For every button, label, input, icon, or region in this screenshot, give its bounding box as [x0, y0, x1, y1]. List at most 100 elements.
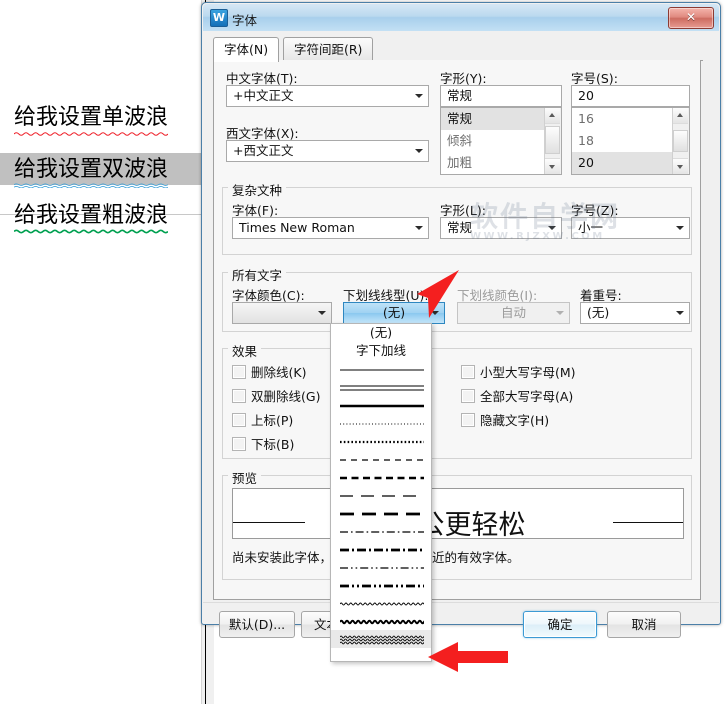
complex-size-value: 小一 [578, 220, 604, 235]
chevron-down-icon[interactable] [314, 303, 331, 323]
underline-sample-6-icon [340, 440, 424, 444]
scroll-thumb[interactable] [545, 126, 560, 154]
underline-sample-17-icon [340, 635, 424, 645]
wavy-underline-single-icon [14, 132, 169, 136]
checkbox-box-icon[interactable] [461, 365, 475, 379]
underline-option-label: 字下加线 [355, 343, 406, 358]
underline-option-16[interactable] [331, 612, 431, 630]
chevron-down-icon[interactable] [411, 218, 428, 238]
underline-sample-12-icon [340, 548, 424, 552]
complex-size-combo[interactable]: 小一 [571, 217, 690, 239]
emphasis-combo[interactable]: (无) [580, 302, 690, 324]
tab-strip: 字体(N) 字符间距(R) [213, 37, 703, 62]
ok-button[interactable]: 确定 [523, 611, 597, 638]
wavy-underline-double-icon [14, 183, 169, 188]
chevron-down-icon[interactable] [672, 303, 689, 323]
checkbox-subscript[interactable]: 下标(B) [232, 434, 294, 453]
font-style-option-2[interactable]: 加粗 [441, 152, 561, 174]
underline-color-combo: 自动 [457, 302, 570, 324]
annotation-arrow-bottom [428, 642, 508, 672]
tab-font[interactable]: 字体(N) [213, 37, 280, 62]
checkbox-box-icon[interactable] [232, 365, 246, 379]
font-style-option-0[interactable]: 常规 [441, 108, 561, 130]
chevron-down-icon[interactable] [544, 218, 561, 238]
underline-option-4[interactable] [331, 396, 431, 414]
checkbox-double-strikethrough-label: 双删除线(G) [251, 389, 321, 404]
checkbox-box-icon[interactable] [232, 389, 246, 403]
checkbox-small-caps[interactable]: 小型大写字母(M) [461, 362, 576, 381]
complex-style-combo[interactable]: 常规 [440, 217, 562, 239]
underline-option-7[interactable] [331, 450, 431, 468]
underline-option-2[interactable] [331, 360, 431, 378]
checkbox-hidden-text[interactable]: 隐藏文字(H) [461, 410, 549, 429]
tab-character-spacing[interactable]: 字符间距(R) [283, 37, 374, 61]
font-panel: 中文字体(T): +中文正文 字形(Y): 常规 常规 倾斜 加粗 字号(S): [213, 60, 701, 600]
dialog-titlebar[interactable]: W 字体 ✕ [203, 4, 719, 32]
underline-sample-8-icon [340, 476, 424, 480]
checkbox-box-icon[interactable] [232, 437, 246, 451]
font-style-scrollbar[interactable] [544, 108, 561, 174]
effects-group-title: 效果 [228, 341, 262, 360]
preview-group-title: 预览 [228, 468, 262, 487]
underline-option-10[interactable] [331, 504, 431, 522]
font-color-combo[interactable] [232, 302, 332, 324]
document-text-line-1: 给我设置单波浪 [14, 103, 169, 136]
underline-option-3[interactable] [331, 378, 431, 396]
chevron-down-icon[interactable] [411, 141, 428, 161]
font-style-input[interactable]: 常规 [440, 85, 562, 107]
chevron-down-icon[interactable] [411, 86, 428, 106]
annotation-arrow-top [417, 270, 459, 318]
scroll-down-icon[interactable] [673, 158, 688, 174]
font-style-listbox[interactable]: 常规 倾斜 加粗 [440, 107, 562, 175]
underline-option-15[interactable] [331, 594, 431, 612]
underline-option-8[interactable] [331, 468, 431, 486]
checkbox-hidden-text-label: 隐藏文字(H) [480, 413, 550, 428]
document-line-1-text: 给我设置单波浪 [14, 105, 169, 130]
underline-option-14[interactable] [331, 576, 431, 594]
dialog-title: 字体 [232, 13, 258, 28]
document-text-line-2: 给我设置双波浪 [14, 155, 169, 188]
preview-box: 办公更轻松 [232, 488, 684, 539]
underline-sample-15-icon [340, 602, 424, 606]
underline-style-value: (无) [382, 305, 406, 320]
complex-font-combo[interactable]: Times New Roman [232, 217, 429, 239]
underline-option-17[interactable] [331, 630, 431, 648]
default-button[interactable]: 默认(D)... [219, 611, 295, 638]
scroll-up-icon[interactable] [673, 108, 688, 124]
complex-script-group-title: 复杂文种 [228, 180, 287, 199]
chevron-down-icon [552, 303, 569, 323]
font-size-scrollbar[interactable] [672, 108, 689, 174]
underline-style-dropdown[interactable]: (无) 字下加线 [330, 323, 432, 662]
font-style-option-1[interactable]: 倾斜 [441, 130, 561, 152]
checkbox-all-caps[interactable]: 全部大写字母(A) [461, 386, 573, 405]
underline-option-13[interactable] [331, 558, 431, 576]
chinese-font-combo[interactable]: +中文正文 [226, 85, 429, 107]
underline-option-5[interactable] [331, 414, 431, 432]
underline-option-11[interactable] [331, 522, 431, 540]
preview-underline-right [613, 522, 683, 523]
underline-option-9[interactable] [331, 486, 431, 504]
western-font-combo[interactable]: +西文正文 [226, 140, 429, 162]
emphasis-value: (无) [587, 305, 610, 320]
checkbox-superscript[interactable]: 上标(P) [232, 410, 293, 429]
underline-option-0[interactable]: (无) [331, 324, 431, 342]
chevron-down-icon[interactable] [672, 218, 689, 238]
scroll-thumb[interactable] [673, 130, 688, 152]
checkbox-double-strikethrough[interactable]: 双删除线(G) [232, 386, 320, 405]
checkbox-box-icon[interactable] [232, 413, 246, 427]
close-icon[interactable]: ✕ [668, 7, 714, 29]
scroll-down-icon[interactable] [545, 158, 560, 174]
scroll-up-icon[interactable] [545, 108, 560, 124]
checkbox-box-icon[interactable] [461, 389, 475, 403]
cancel-button[interactable]: 取消 [607, 611, 681, 638]
checkbox-strikethrough[interactable]: 删除线(K) [232, 362, 306, 381]
font-size-listbox[interactable]: 16 18 20 [571, 107, 690, 175]
complex-font-value: Times New Roman [239, 220, 355, 235]
underline-option-6[interactable] [331, 432, 431, 450]
underline-sample-14-icon [340, 584, 424, 588]
font-size-input[interactable]: 20 [571, 85, 690, 107]
underline-option-1[interactable]: 字下加线 [331, 342, 431, 360]
checkbox-box-icon[interactable] [461, 413, 475, 427]
western-font-value: +西文正文 [233, 143, 294, 158]
underline-option-12[interactable] [331, 540, 431, 558]
